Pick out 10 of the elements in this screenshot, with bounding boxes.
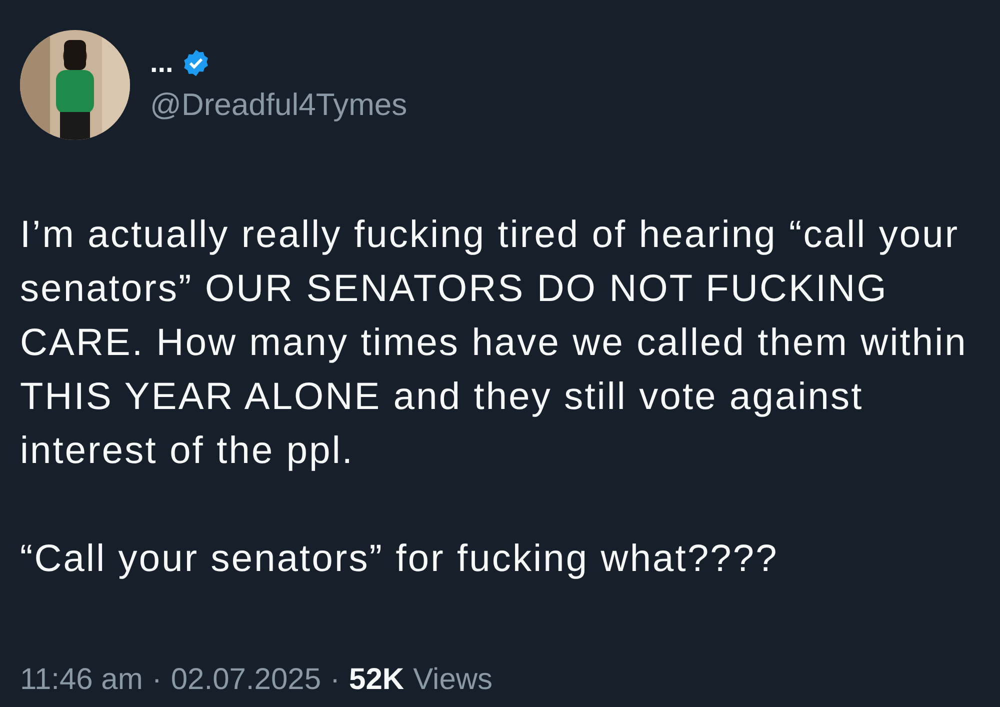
post-date[interactable]: 02.07.2025 [170, 663, 322, 697]
views-count: 52K [349, 663, 404, 697]
display-name: ... [150, 47, 174, 79]
views-label: Views [413, 663, 493, 697]
tweet-text: “Call your senators” for fucking what???? [20, 537, 780, 582]
separator-dot: · [330, 663, 340, 697]
post-time[interactable]: 11:46 am [20, 663, 143, 697]
user-handle[interactable]: @Dreadful4Tymes [150, 87, 408, 123]
separator-dot: · [152, 663, 162, 697]
tweet-text: I’m actually really fucking tired of hearing “call your senators” OUR SENATORS DO NOT FUCKING CARE. How many times have we called them within THIS YEAR ALONE and they still vote against interest of the ppl. [20, 213, 968, 474]
